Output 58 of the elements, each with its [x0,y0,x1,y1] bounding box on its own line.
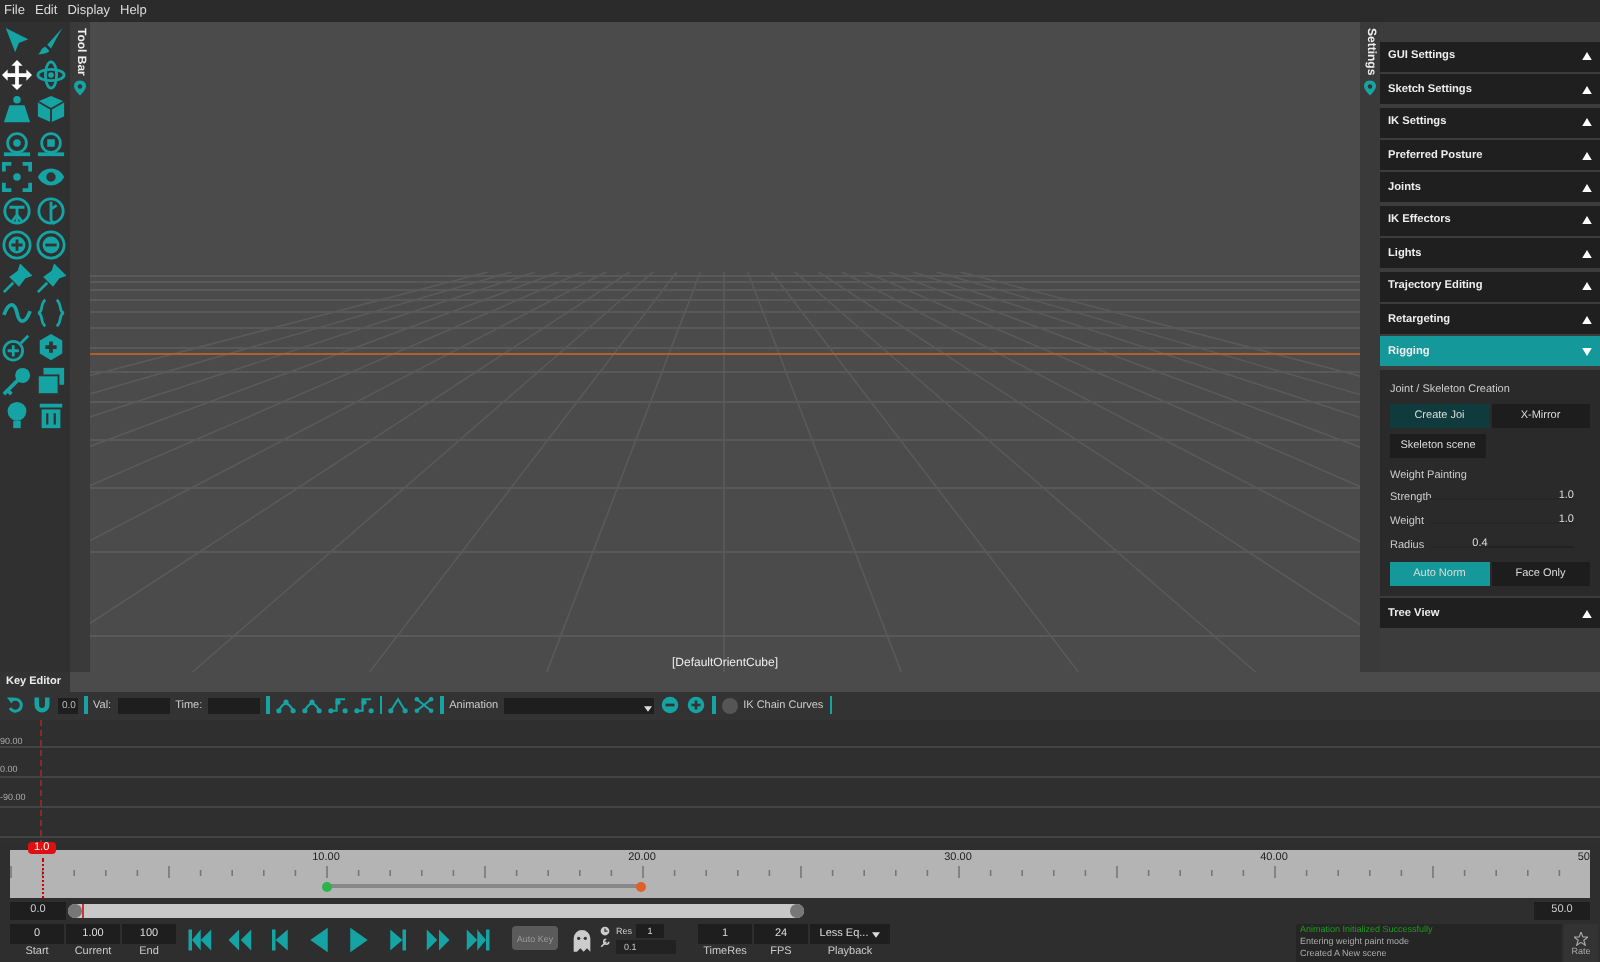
target-icon[interactable] [2,127,32,158]
fast-forward-icon[interactable] [424,926,454,954]
caret-up-icon [1582,85,1592,94]
caret-up-icon [1582,52,1592,61]
skip-end-icon[interactable] [464,926,494,954]
key-icon[interactable] [2,365,32,396]
plus-circle-icon[interactable] [2,229,32,260]
magnet-icon[interactable] [32,696,52,715]
slider-handle[interactable] [68,903,82,918]
step-nodes-icon[interactable] [327,696,348,715]
brackets-icon[interactable] [36,297,66,328]
caret-up-icon [1582,118,1592,127]
clock-icon[interactable] [600,926,610,936]
caret-up-icon [1582,315,1592,324]
wave-curve-icon[interactable] [2,297,32,328]
wrench-icon[interactable] [600,938,610,948]
location-pin-icon [74,79,86,96]
move-arrows-icon[interactable] [2,59,32,90]
hexagon-plus-icon[interactable] [36,331,66,362]
step-nodes-icon[interactable] [353,696,374,715]
minus-circle-icon[interactable] [36,229,66,260]
light-bulb-icon[interactable] [2,399,32,430]
caret-down-icon [644,705,653,712]
arc-nodes-icon[interactable] [301,696,322,715]
caret-up-icon [1582,249,1592,258]
caret-up-icon [1582,151,1592,160]
skip-start-icon[interactable] [184,926,214,954]
weight-icon[interactable] [2,93,32,124]
atom-icon[interactable] [36,59,66,90]
undo-icon[interactable] [6,696,26,715]
caret-up-icon [1582,282,1592,291]
arrow-cursor-icon[interactable] [2,25,32,56]
pin-icon[interactable] [36,263,66,294]
caret-up-icon [1582,609,1592,618]
ring-plus-icon[interactable] [2,331,32,362]
peak-nodes-icon[interactable] [388,696,409,715]
arc-nodes-icon[interactable] [275,696,296,715]
location-pin-icon [1364,79,1376,96]
pin-icon[interactable] [2,263,32,294]
slider-handle[interactable] [790,903,804,918]
pictures-icon[interactable] [36,365,66,396]
cross-nodes-icon[interactable] [414,696,435,715]
trash-icon[interactable] [36,399,66,430]
toggle-switch[interactable] [721,697,738,714]
caret-down-icon [1582,347,1592,356]
scrub-slider[interactable] [68,903,804,918]
plus-circle-icon[interactable] [686,696,707,715]
ghost-icon[interactable] [572,928,592,952]
caret-up-icon [1582,216,1592,225]
rewind-icon[interactable] [224,926,254,954]
cube-icon[interactable] [36,93,66,124]
minus-circle-icon[interactable] [660,696,681,715]
caret-up-icon [1582,183,1592,192]
target-icon[interactable] [36,127,66,158]
corner-brackets-icon[interactable] [2,161,32,192]
star-icon [1574,931,1588,945]
caret-down-icon [872,931,881,937]
brush-icon[interactable] [36,25,66,56]
